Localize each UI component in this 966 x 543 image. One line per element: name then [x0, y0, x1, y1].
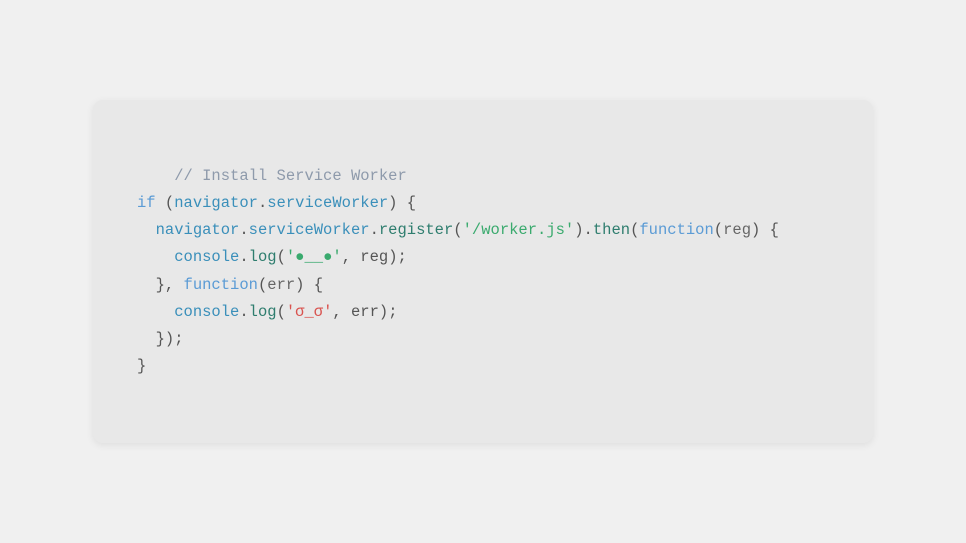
comment-line: // Install Service Worker: [174, 167, 407, 185]
close-if-line: }: [137, 357, 146, 375]
console-log-reg-line: console.log('●__●', reg);: [137, 248, 407, 266]
register-line: navigator.serviceWorker.register('/worke…: [137, 221, 779, 239]
code-block: // Install Service Worker if (navigator.…: [137, 136, 829, 407]
code-container: // Install Service Worker if (navigator.…: [93, 100, 873, 443]
close-then-line: });: [137, 330, 184, 348]
console-log-err-line: console.log('σ_σ', err);: [137, 303, 398, 321]
if-line: if (navigator.serviceWorker) {: [137, 194, 416, 212]
function-err-line: }, function(err) {: [137, 276, 323, 294]
